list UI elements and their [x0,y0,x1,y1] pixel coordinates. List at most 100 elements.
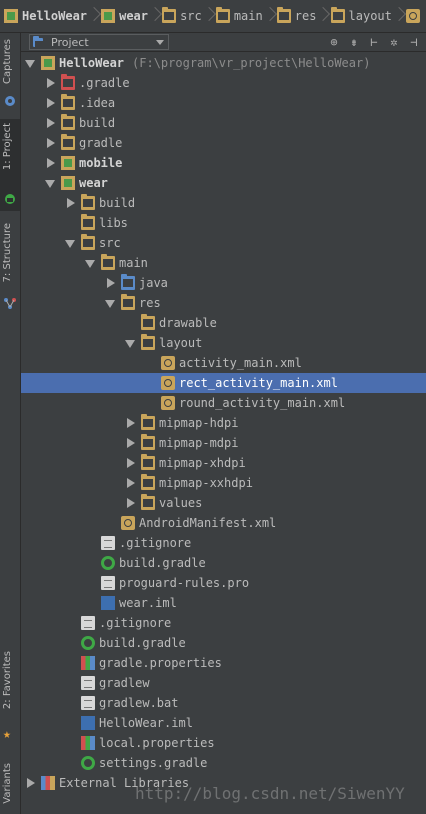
breadcrumb-item-wear[interactable]: wear [97,4,150,28]
tree-row[interactable]: .gitignore [21,613,426,633]
collapsed-arrow-icon[interactable] [65,193,75,213]
tree-row[interactable]: java [21,273,426,293]
tree-row[interactable]: build [21,113,426,133]
tree-row[interactable]: HelloWear.iml [21,713,426,733]
text-file-icon [81,676,95,690]
tree-row[interactable]: mipmap-mdpi [21,433,426,453]
folder-icon [162,7,177,23]
tree-row[interactable]: local.properties [21,733,426,753]
tree-row[interactable]: values [21,493,426,513]
tree-item-label: mobile [79,156,123,170]
build-variants-tab[interactable]: Variants [0,761,20,814]
tree-row[interactable]: .gradle [21,73,426,93]
tree-row[interactable]: build.gradle [21,553,426,573]
tree-row[interactable]: build.gradle [21,633,426,653]
tree-row[interactable]: .gitignore [21,533,426,553]
tree-row[interactable]: gradle [21,133,426,153]
tree-row[interactable]: mobile [21,153,426,173]
collapsed-arrow-icon[interactable] [125,493,135,513]
iml-file-icon [101,596,115,610]
collapsed-arrow-icon[interactable] [45,93,55,113]
collapsed-arrow-icon[interactable] [25,773,35,793]
tree-row[interactable]: settings.gradle [21,753,426,773]
breadcrumb-item-layout[interactable]: layout [327,4,394,28]
tree-row[interactable]: mipmap-hdpi [21,413,426,433]
breadcrumb-item-src[interactable]: src [158,4,204,28]
tree-row[interactable]: drawable [21,313,426,333]
tree-row[interactable]: wear.iml [21,593,426,613]
tree-row[interactable]: round_activity_main.xml [21,393,426,413]
tree-item-label: build [99,196,136,210]
tree-item-label: AndroidManifest.xml [139,516,277,530]
captures-tab[interactable]: Captures [0,37,20,111]
structure-tab[interactable]: 7: Structure [0,219,20,313]
tree-item-label: mipmap-xhdpi [159,456,246,470]
tree-row[interactable]: res [21,293,426,313]
project-tab[interactable]: 1: Project [0,119,20,211]
properties-file-icon [81,736,95,750]
expanded-arrow-icon[interactable] [105,293,115,313]
collapsed-arrow-icon[interactable] [105,273,115,293]
collapsed-arrow-icon[interactable] [45,73,55,93]
tree-row[interactable]: layout [21,333,426,353]
folder-icon [61,94,75,110]
tree-row[interactable]: proguard-rules.pro [21,573,426,593]
tree-row[interactable]: AndroidManifest.xml [21,513,426,533]
tree-row[interactable]: .idea [21,93,426,113]
gear-icon[interactable]: ✲ [386,34,402,50]
tree-row[interactable]: gradlew [21,673,426,693]
tree-row[interactable]: mipmap-xhdpi [21,453,426,473]
folder-icon [81,194,95,210]
hide-panel-icon[interactable]: ⊢ [366,34,382,50]
collapsed-arrow-icon[interactable] [125,433,135,453]
tree-row[interactable]: rect_activity_main.xml [21,373,426,393]
scroll-from-source-icon[interactable]: ⊕ [326,34,342,50]
tree-row[interactable]: HelloWear (F:\program\vr_project\HelloWea… [21,53,426,73]
expanded-arrow-icon[interactable] [125,333,135,353]
expanded-arrow-icon[interactable] [25,53,35,73]
tree-item-label: .gitignore [119,536,192,550]
collapsed-arrow-icon[interactable] [125,473,135,493]
collapsed-arrow-icon[interactable] [125,453,135,473]
expanded-arrow-icon[interactable] [65,233,75,253]
libraries-icon [41,776,55,790]
tree-item-label: HelloWear.iml [99,716,193,730]
resource-folder-icon [276,7,291,23]
favorites-tab[interactable]: 2: Favorites ★ [0,647,20,745]
collapsed-arrow-icon[interactable] [45,133,55,153]
expanded-arrow-icon[interactable] [85,253,95,273]
minimize-icon[interactable]: ⊣ [406,34,422,50]
tree-row[interactable]: activity_main.xml [21,353,426,373]
collapsed-arrow-icon[interactable] [125,413,135,433]
project-view-selector[interactable]: Project [29,34,169,50]
breadcrumb-item-main[interactable]: main [212,4,265,28]
tree-row[interactable]: build [21,193,426,213]
tree-row[interactable]: wear [21,173,426,193]
tree-row[interactable]: gradle.properties [21,653,426,673]
breadcrumb-item-file[interactable] [402,4,426,28]
tree-row[interactable]: gradlew.bat [21,693,426,713]
tree-row[interactable]: src [21,233,426,253]
project-path: (F:\program\vr_project\HelloWear) [132,56,371,70]
tree-row[interactable]: libs [21,213,426,233]
collapsed-arrow-icon[interactable] [45,153,55,173]
tree-item-label: build.gradle [99,636,186,650]
expanded-arrow-icon[interactable] [45,173,55,193]
tree-row[interactable]: External Libraries [21,773,426,793]
tree-item-label: HelloWear [59,56,125,70]
collapsed-arrow-icon[interactable] [45,113,55,133]
collapse-all-icon[interactable]: ⇟ [346,34,362,50]
breadcrumb-item-res[interactable]: res [273,4,319,28]
tree-row[interactable]: main [21,253,426,273]
chevron-right-icon [318,4,324,28]
tree-row[interactable]: mipmap-xxhdpi [21,473,426,493]
tree-item-label: activity_main.xml [179,356,302,370]
breadcrumb-item-hellowear[interactable]: HelloWear [0,4,89,28]
